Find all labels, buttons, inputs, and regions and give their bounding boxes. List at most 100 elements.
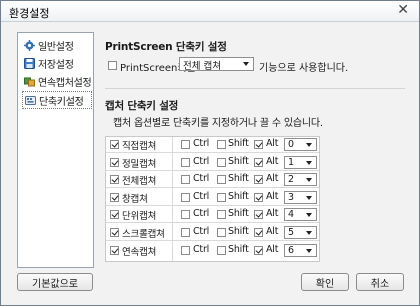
sequence-capture-icon <box>24 76 35 87</box>
capture-shortcut-section-title: 캡처 단축키 설정 <box>105 100 179 112</box>
chevron-down-icon <box>243 62 249 66</box>
shortcut-key-select[interactable]: 5 <box>284 226 317 239</box>
save-icon <box>24 57 35 69</box>
shift-checkbox[interactable] <box>217 210 226 220</box>
ctrl-checkbox[interactable] <box>181 140 190 149</box>
alt-label: Alt <box>266 208 279 220</box>
sidebar-item-label: 연속캡처설정 <box>38 77 92 89</box>
shortcut-enabled-checkbox[interactable] <box>110 140 119 149</box>
chevron-down-icon <box>306 213 312 218</box>
chevron-down-icon <box>306 160 312 165</box>
alt-label: Alt <box>266 243 279 255</box>
shortcut-enabled-checkbox[interactable] <box>110 228 119 237</box>
shift-checkbox[interactable] <box>217 140 226 149</box>
table-row: 단위캡쳐 Ctrl Shift Alt 4 <box>106 207 319 224</box>
ctrl-label: Ctrl <box>193 173 210 185</box>
shortcut-table: 직접캡쳐 Ctrl Shift Alt 0 정밀캡쳐 Ctrl Shift Alt 1 전체캡쳐 Ct… <box>105 136 320 262</box>
shift-label: Shift <box>228 190 249 202</box>
window-title: 환경설정 <box>9 7 50 20</box>
shortcut-name: 스크롤캡쳐 <box>122 229 165 240</box>
chevron-down-icon <box>306 231 312 235</box>
shortcut-name: 정밀캡쳐 <box>122 158 157 170</box>
alt-checkbox[interactable] <box>254 140 263 149</box>
shortcut-key-select[interactable]: 1 <box>284 155 317 169</box>
shift-label: Shift <box>228 208 249 220</box>
alt-checkbox[interactable] <box>254 157 263 167</box>
shortcut-enabled-checkbox[interactable] <box>110 210 119 220</box>
sidebar-item-sequence-capture[interactable]: 연속캡처설정 <box>22 73 92 89</box>
printscreen-checkbox[interactable] <box>108 61 117 70</box>
sidebar-item-label: 저장설정 <box>38 59 74 71</box>
cancel-button[interactable]: 취소 <box>356 273 404 291</box>
shortcut-key-value: 0 <box>288 139 295 150</box>
restore-defaults-button[interactable]: 기본값으로 <box>17 273 93 291</box>
alt-checkbox[interactable] <box>254 228 263 237</box>
ctrl-checkbox[interactable] <box>181 192 190 202</box>
ok-button[interactable]: 확인 <box>301 273 349 291</box>
alt-checkbox[interactable] <box>254 175 263 185</box>
shortcut-enabled-checkbox[interactable] <box>110 192 119 202</box>
alt-label: Alt <box>266 155 279 167</box>
ctrl-label: Ctrl <box>193 190 210 202</box>
chevron-down-icon <box>306 178 312 183</box>
title-bar: 환경설정 ✕ <box>1 1 419 22</box>
table-row: 전체캡쳐 Ctrl Shift Alt 2 <box>106 172 319 189</box>
shortcut-key-select[interactable]: 3 <box>284 190 317 204</box>
shortcut-key-select[interactable]: 2 <box>284 173 317 187</box>
section-divider <box>105 88 405 89</box>
settings-window: 환경설정 ✕ 일반설정 저장설정 연속캡처설정 단축키설정 PrintScree… <box>0 0 420 306</box>
shortcut-enabled-checkbox[interactable] <box>110 245 119 255</box>
shortcut-key-value: 4 <box>288 209 295 221</box>
alt-checkbox[interactable] <box>254 192 263 202</box>
shift-label: Shift <box>228 173 249 185</box>
shift-checkbox[interactable] <box>217 245 226 255</box>
ctrl-label: Ctrl <box>193 155 210 167</box>
shift-label: Shift <box>228 243 249 255</box>
sidebar-item-label: 단축키설정 <box>39 96 84 108</box>
shortcut-key-value: 5 <box>288 227 295 238</box>
shortcut-key-select[interactable]: 6 <box>284 243 317 257</box>
shortcut-name: 단위캡쳐 <box>122 211 157 223</box>
shortcut-key-value: 1 <box>288 156 295 168</box>
shortcut-key-select[interactable]: 0 <box>284 138 317 151</box>
ctrl-checkbox[interactable] <box>181 245 190 255</box>
table-row: 스크롤캡쳐 Ctrl Shift Alt 5 <box>106 225 319 241</box>
table-row: 창캡쳐 Ctrl Shift Alt 3 <box>106 190 319 206</box>
ctrl-checkbox[interactable] <box>181 228 190 237</box>
printscreen-function-select[interactable]: 전체 캡쳐 <box>179 57 254 72</box>
shift-label: Shift <box>228 138 249 149</box>
shortcut-key-select[interactable]: 4 <box>284 208 317 222</box>
shift-checkbox[interactable] <box>217 175 226 185</box>
shortcut-name: 직접캡쳐 <box>122 141 157 152</box>
printscreen-select-value: 전체 캡쳐 <box>183 61 221 72</box>
shortcut-enabled-checkbox[interactable] <box>110 175 119 185</box>
table-row: 연속캡쳐 Ctrl Shift Alt 6 <box>106 243 319 259</box>
alt-checkbox[interactable] <box>254 210 263 220</box>
alt-checkbox[interactable] <box>254 245 263 255</box>
ctrl-checkbox[interactable] <box>181 210 190 220</box>
ctrl-label: Ctrl <box>193 226 210 237</box>
shortcut-name: 창캡쳐 <box>122 193 148 205</box>
capture-shortcut-description: 캡처 옵션별로 단축키를 지정하거나 끌 수 있습니다. <box>113 118 323 129</box>
sidebar-item-save[interactable]: 저장설정 <box>22 55 90 71</box>
shortcut-name: 연속캡쳐 <box>122 246 157 258</box>
chevron-down-icon <box>306 195 312 200</box>
printscreen-suffix: 기능으로 사용합니다. <box>259 63 349 74</box>
alt-label: Alt <box>266 138 279 149</box>
shift-checkbox[interactable] <box>217 192 226 202</box>
shift-checkbox[interactable] <box>217 157 226 167</box>
close-icon[interactable]: ✕ <box>397 2 409 18</box>
sidebar-item-label: 일반설정 <box>38 41 74 53</box>
alt-label: Alt <box>266 226 279 237</box>
chevron-down-icon <box>306 248 312 253</box>
shift-checkbox[interactable] <box>217 228 226 237</box>
table-row: 정밀캡쳐 Ctrl Shift Alt 1 <box>106 155 319 171</box>
ctrl-checkbox[interactable] <box>181 175 190 185</box>
ctrl-checkbox[interactable] <box>181 157 190 167</box>
printscreen-section-title: PrintScreen 단축키 설정 <box>105 41 227 53</box>
settings-sidebar: 일반설정 저장설정 연속캡처설정 단축키설정 <box>17 32 94 268</box>
alt-label: Alt <box>266 173 279 185</box>
sidebar-item-general[interactable]: 일반설정 <box>22 37 90 53</box>
sidebar-item-shortcut[interactable]: 단축키설정 <box>22 91 92 109</box>
shortcut-enabled-checkbox[interactable] <box>110 157 119 167</box>
